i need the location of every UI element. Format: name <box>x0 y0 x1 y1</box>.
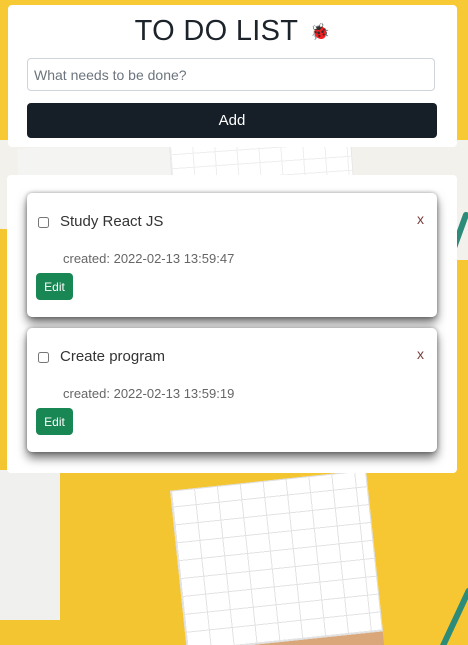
todo-item: Study React JS x created: 2022-02-13 13:… <box>27 193 437 317</box>
todo-input-card: TO DO LIST 🐞 Add <box>8 5 457 147</box>
todo-checkbox[interactable] <box>38 217 49 228</box>
todo-item: Create program x created: 2022-02-13 13:… <box>27 328 437 452</box>
todo-text: Create program <box>60 348 166 365</box>
todo-created-timestamp: created: 2022-02-13 13:59:19 <box>63 386 235 401</box>
page-title: TO DO LIST 🐞 <box>8 15 457 48</box>
todo-checkbox[interactable] <box>38 352 49 363</box>
bug-icon: 🐞 <box>310 24 331 42</box>
new-todo-input[interactable] <box>27 58 435 91</box>
todo-created-timestamp: created: 2022-02-13 13:59:47 <box>63 251 235 266</box>
delete-button[interactable]: x <box>417 211 424 227</box>
delete-button[interactable]: x <box>417 346 424 362</box>
edit-button[interactable]: Edit <box>36 273 73 300</box>
todo-text: Study React JS <box>60 213 164 230</box>
edit-button[interactable]: Edit <box>36 408 73 435</box>
todo-list: Study React JS x created: 2022-02-13 13:… <box>7 175 457 473</box>
add-button[interactable]: Add <box>27 103 437 138</box>
page-title-text: TO DO LIST <box>134 15 298 47</box>
